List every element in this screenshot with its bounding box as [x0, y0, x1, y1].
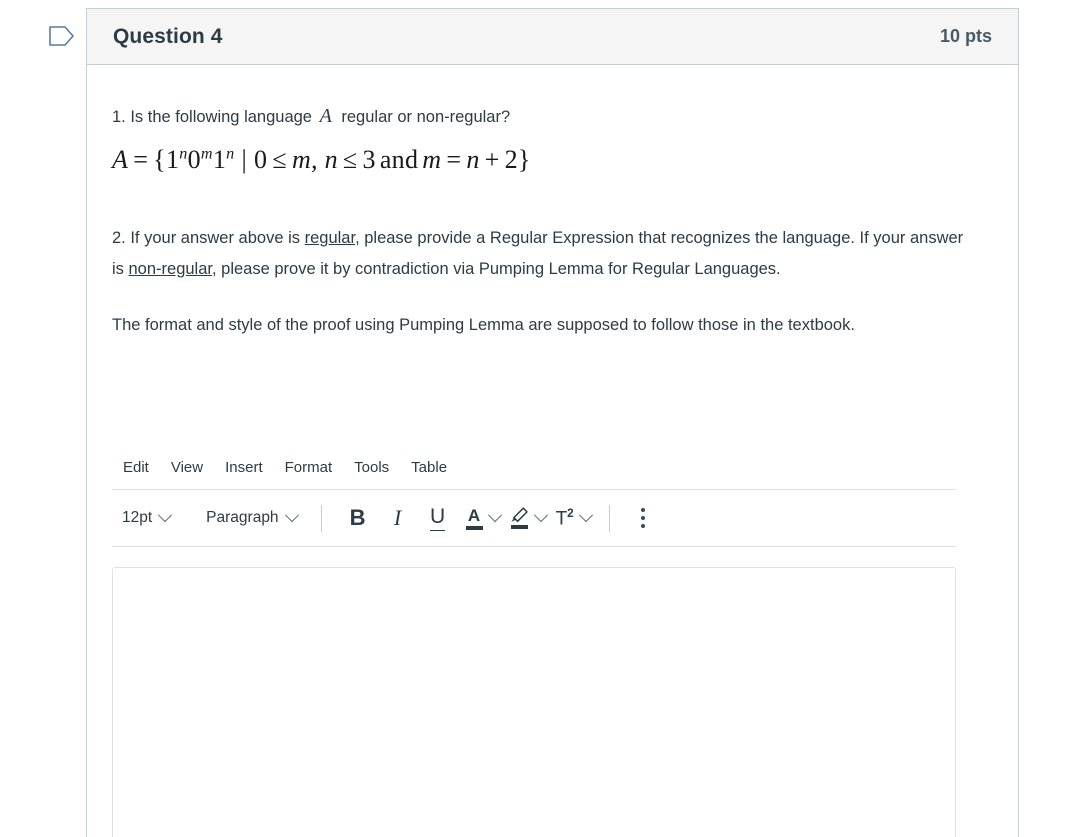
question-points: 10 pts — [939, 26, 992, 46]
menu-item-tools[interactable]: Tools — [343, 455, 400, 480]
math-open-brace: { — [153, 145, 166, 175]
rich-content-editor: Edit View Insert Format Tools Table 12pt… — [112, 455, 974, 837]
prompt-paragraph-2: 2. If your answer above is regular , plea… — [112, 223, 974, 284]
paragraph-2-part-3: , please prove it by contradiction via P… — [211, 259, 781, 278]
paragraph-2-underline-regular: regular — [304, 229, 356, 248]
kebab-dot — [640, 516, 645, 521]
superscript-exponent: 2 — [567, 507, 574, 521]
editor-toolbar: 12pt Paragraph B I U A T2 — [112, 490, 956, 548]
highlight-color-button[interactable] — [502, 507, 548, 530]
superscript-button[interactable]: T2 — [548, 508, 593, 528]
text-color-icon: A — [465, 505, 483, 530]
math-such-that-bar: | — [241, 145, 248, 175]
more-options-icon[interactable] — [626, 503, 660, 533]
answer-text-area[interactable] — [112, 567, 956, 837]
question-page: Question 4 10 pts 1. Is the following la… — [0, 0, 1077, 837]
toolbar-divider — [320, 504, 322, 532]
editor-menubar: Edit View Insert Format Tools Table — [112, 455, 956, 491]
underline-button[interactable]: U — [418, 502, 458, 534]
menu-item-format[interactable]: Format — [274, 455, 344, 480]
chevron-down-icon — [487, 508, 502, 523]
menu-item-view[interactable]: View — [160, 455, 214, 480]
math-equals: = — [133, 145, 149, 175]
text-color-button[interactable]: A — [458, 507, 502, 530]
math-term3-exponent: n — [226, 145, 235, 163]
math-lhs: A — [112, 145, 129, 175]
prompt-line-1: 1. Is the following language A regular o… — [112, 101, 974, 131]
block-format-value: Paragraph — [206, 509, 279, 527]
math-term1-exponent: n — [179, 145, 188, 163]
italic-button[interactable]: I — [378, 502, 418, 534]
chevron-down-icon — [533, 508, 548, 523]
math-plus: + — [484, 145, 500, 175]
language-definition-math: A = {1n0m1n | 0 ≤ m, n ≤3 and m = n +2} — [112, 143, 974, 177]
chevron-down-icon — [578, 508, 593, 523]
menu-item-edit[interactable]: Edit — [112, 455, 160, 480]
italic-icon: I — [393, 505, 402, 531]
superscript-base: T — [555, 508, 568, 530]
block-format-select[interactable]: Paragraph — [198, 505, 304, 531]
math-m2: m — [422, 145, 442, 175]
paragraph-2-part-1: 2. If your answer above is — [112, 229, 305, 248]
superscript-icon: T2 — [555, 507, 574, 530]
math-le-1: ≤ — [272, 145, 287, 175]
underline-icon: U — [429, 506, 446, 531]
math-close-brace: } — [517, 145, 531, 175]
math-le-2: ≤ — [342, 145, 358, 175]
kebab-dot — [640, 508, 645, 513]
question-card: Question 4 10 pts 1. Is the following la… — [86, 8, 1019, 837]
prompt-paragraph-3: The format and style of the proof using … — [112, 315, 855, 334]
math-zero: 0 — [254, 145, 268, 175]
math-and: and — [379, 145, 419, 175]
paragraph-2-underline-non-regular: non-regular — [128, 259, 212, 278]
flag-outline-icon[interactable] — [46, 22, 78, 50]
kebab-dot — [640, 524, 645, 529]
text-color-swatch — [465, 525, 483, 530]
menu-item-insert[interactable]: Insert — [214, 455, 274, 480]
math-term2-exponent: m — [200, 145, 213, 163]
math-term3-base: 1 — [212, 145, 227, 175]
chevron-down-icon — [158, 508, 173, 523]
prompt-language-variable: A — [319, 105, 332, 127]
math-three: 3 — [362, 145, 376, 175]
question-title: Question 4 — [113, 24, 223, 48]
prompt-line-1-after: regular or non-regular? — [341, 108, 511, 126]
text-color-letter: A — [467, 505, 481, 525]
bold-button[interactable]: B — [338, 502, 378, 534]
math-term2-base: 0 — [187, 145, 201, 175]
question-header: Question 4 10 pts — [87, 9, 1018, 65]
bold-icon: B — [349, 505, 366, 531]
math-two: 2 — [504, 145, 518, 175]
chevron-down-icon — [284, 508, 299, 523]
math-vars: m, n — [291, 145, 338, 175]
font-size-select[interactable]: 12pt — [114, 505, 178, 531]
math-n2: n — [466, 145, 480, 175]
toolbar-divider — [608, 504, 610, 532]
font-size-value: 12pt — [122, 509, 153, 527]
prompt-line-1-before: 1. Is the following language — [112, 108, 312, 126]
math-equals-2: = — [446, 145, 462, 175]
menu-item-table[interactable]: Table — [400, 455, 458, 480]
question-body: 1. Is the following language A regular o… — [87, 65, 1018, 837]
math-term1-base: 1 — [165, 145, 180, 175]
highlighter-pen-icon — [510, 507, 529, 530]
highlight-color-swatch — [510, 525, 528, 530]
